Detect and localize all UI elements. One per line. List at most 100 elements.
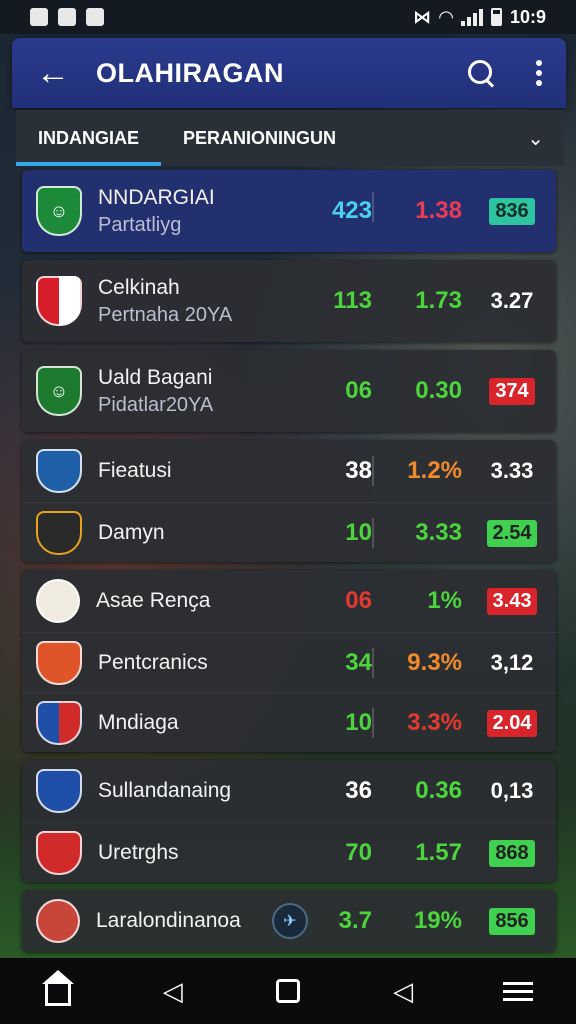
score-value: 06 bbox=[345, 587, 372, 614]
odds-badge[interactable]: 2.54 bbox=[486, 519, 538, 547]
team-crest-icon bbox=[36, 510, 82, 555]
odds-value: 9.3% bbox=[407, 648, 462, 676]
page-title: OLAHIRAGAN bbox=[96, 57, 284, 88]
team-crest-icon bbox=[36, 276, 82, 326]
match-row[interactable]: Fieatusi 38 1.2% 3.33 bbox=[22, 440, 556, 502]
team-crest-icon: ☺ bbox=[36, 366, 82, 416]
odds-badge[interactable]: 836 bbox=[489, 198, 535, 225]
match-card[interactable]: Asae Renҫa 06 1% 3.43 Pentcranics 34 9.3… bbox=[22, 570, 556, 752]
back-icon[interactable]: ◁ bbox=[383, 971, 423, 1011]
odds-value: 1.57 bbox=[415, 838, 462, 866]
team-name: Pentcranics bbox=[98, 650, 208, 674]
score-value: 10 bbox=[345, 708, 372, 736]
player-avatar bbox=[36, 899, 80, 943]
divider bbox=[372, 192, 374, 222]
match-row[interactable]: Celkinah Pertnaha 20YA 113 1.73 3.27 bbox=[22, 260, 556, 342]
team-name: Celkinah bbox=[98, 275, 180, 299]
app-bar: ← OLAHIRAGAN bbox=[12, 38, 566, 108]
odds-value: 3.3% bbox=[407, 708, 462, 736]
match-card[interactable]: ☺ NNDARGIAI Partatliyg 423 1.38 836 bbox=[22, 170, 556, 252]
status-bar: ⋈ ◠ 10:9 bbox=[0, 0, 576, 34]
wifi-icon: ◠ bbox=[439, 6, 453, 27]
odds-value[interactable]: 3.33 bbox=[482, 458, 542, 484]
send-icon[interactable]: ◁ bbox=[153, 971, 193, 1011]
odds-badge[interactable]: 2.04 bbox=[486, 709, 538, 737]
match-card[interactable]: Celkinah Pertnaha 20YA 113 1.73 3.27 bbox=[22, 260, 556, 342]
team-crest-icon bbox=[36, 830, 82, 875]
notification-icons bbox=[30, 8, 104, 26]
match-list: ☺ NNDARGIAI Partatliyg 423 1.38 836 Celk… bbox=[22, 170, 556, 960]
more-vertical-icon[interactable] bbox=[536, 60, 542, 86]
divider bbox=[372, 518, 374, 548]
match-card[interactable]: Fieatusi 38 1.2% 3.33 Damyn 10 3.33 2.54 bbox=[22, 440, 556, 562]
tab-bar: INDANGIAE PERANIONINGUN ⌄ bbox=[16, 110, 564, 166]
match-row[interactable]: Laralondinanoa ✈ 3.7 19% 856 bbox=[22, 890, 556, 952]
score-value: 423 bbox=[331, 197, 372, 224]
odds-badge[interactable]: 856 bbox=[489, 908, 535, 935]
team-subtitle: Pidatlar20YA bbox=[98, 393, 214, 416]
odds-value[interactable]: 0,13 bbox=[482, 778, 542, 804]
match-card[interactable]: Laralondinanoa ✈ 3.7 19% 856 bbox=[22, 890, 556, 952]
match-row[interactable]: Mndiaga 10 3.3% 2.04 bbox=[22, 692, 556, 752]
score-value: 3.7 bbox=[338, 907, 372, 934]
odds-value: 1.2% bbox=[407, 457, 462, 484]
divider bbox=[372, 456, 374, 486]
score-value: 10 bbox=[345, 518, 372, 546]
odds-value: 0.30 bbox=[415, 377, 462, 404]
divider bbox=[372, 648, 374, 678]
team-name: Fieatusi bbox=[98, 459, 172, 482]
match-row[interactable]: ☺ Uald Bagani Pidatlar20YA 06 0.30 374 bbox=[22, 350, 556, 432]
team-crest-icon: ☺ bbox=[36, 186, 82, 236]
match-row[interactable]: Pentcranics 34 9.3% 3,12 bbox=[22, 632, 556, 692]
team-name: Mndiaga bbox=[98, 710, 179, 734]
signal-icon bbox=[460, 8, 483, 26]
score-value: 34 bbox=[345, 648, 372, 676]
odds-badge[interactable]: 3.43 bbox=[486, 588, 538, 615]
odds-value: 1.73 bbox=[415, 287, 462, 314]
match-row[interactable]: Sullandanaing 36 0.36 0,13 bbox=[22, 760, 556, 822]
odds-value: 1.38 bbox=[415, 197, 462, 224]
home-icon[interactable] bbox=[38, 970, 78, 1011]
match-row[interactable]: Damyn 10 3.33 2.54 bbox=[22, 502, 556, 562]
team-crest-icon bbox=[36, 700, 82, 745]
match-card[interactable]: ☺ Uald Bagani Pidatlar20YA 06 0.30 374 bbox=[22, 350, 556, 432]
odds-value: 3.33 bbox=[415, 518, 462, 546]
battery-icon bbox=[490, 8, 502, 26]
odds-badge[interactable]: 868 bbox=[489, 839, 535, 867]
tab-peranioningun[interactable]: PERANIONINGUN bbox=[161, 110, 358, 166]
odds-value[interactable]: 3,12 bbox=[482, 650, 542, 676]
recent-apps-icon[interactable] bbox=[268, 971, 308, 1011]
team-name: Sullandanaing bbox=[98, 779, 232, 802]
team-name: Damyn bbox=[98, 520, 165, 544]
match-row[interactable]: Uretrghs 70 1.57 868 bbox=[22, 822, 556, 882]
score-value: 38 bbox=[345, 457, 372, 484]
back-arrow-icon[interactable]: ← bbox=[36, 56, 76, 90]
team-crest-icon bbox=[36, 449, 82, 493]
image-icon bbox=[58, 8, 76, 26]
odds-value: 19% bbox=[413, 907, 462, 934]
menu-lines-icon[interactable] bbox=[498, 971, 538, 1011]
notification-icon bbox=[30, 8, 48, 26]
system-nav-bar: ◁ ◁ bbox=[0, 958, 576, 1024]
odds-value[interactable]: 3.27 bbox=[482, 288, 542, 314]
score-value: 06 bbox=[345, 377, 372, 404]
chevron-down-icon[interactable]: ⌄ bbox=[527, 126, 544, 151]
odds-value: 1% bbox=[427, 587, 462, 614]
team-subtitle: Partatliyg bbox=[98, 213, 182, 236]
score-value: 70 bbox=[345, 838, 372, 866]
clock: 10:9 bbox=[509, 6, 546, 27]
odds-badge[interactable]: 374 bbox=[489, 378, 535, 405]
tab-indangiae[interactable]: INDANGIAE bbox=[16, 110, 162, 166]
team-name: NNDARGIAI bbox=[98, 185, 215, 209]
team-name: Uretrghs bbox=[98, 840, 179, 864]
search-icon[interactable] bbox=[466, 58, 496, 88]
match-row[interactable]: ☺ NNDARGIAI Partatliyg 423 1.38 836 bbox=[22, 170, 556, 252]
odds-value: 0.36 bbox=[415, 777, 462, 804]
match-card[interactable]: Sullandanaing 36 0.36 0,13 Uretrghs 70 1… bbox=[22, 760, 556, 882]
android-icon bbox=[86, 8, 104, 26]
match-row[interactable]: Asae Renҫa 06 1% 3.43 bbox=[22, 570, 556, 632]
score-value: 113 bbox=[333, 287, 372, 314]
team-crest-icon bbox=[36, 769, 82, 813]
team-crest-icon bbox=[36, 579, 80, 623]
score-value: 36 bbox=[345, 777, 372, 804]
